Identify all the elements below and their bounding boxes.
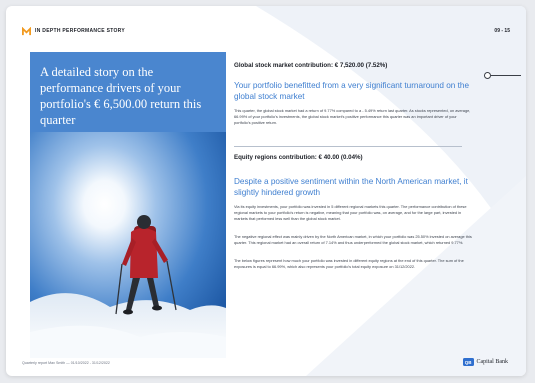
bank-name: Capital Bank [476,359,509,365]
mountaineer-photo [30,132,226,358]
report-page: IN DEPTH PERFORMANCE STORY 09 - 15 A det… [6,6,526,376]
equity-contribution-text-3: The below figures represent how much you… [234,258,464,269]
bank-badge-icon: QB [462,358,474,366]
section-divider [234,146,462,147]
global-contribution-text: This quarter, the global stock market ha… [234,108,471,125]
timeline-marker [484,72,491,79]
timeline-line [491,75,521,76]
hero-title: A detailed story on the performance driv… [40,65,202,127]
global-contribution-heading: Global stock market contribution: € 7,52… [234,62,388,69]
equity-contribution-text-2: The negative regional effect was mainly … [234,234,472,245]
story-label: IN DEPTH PERFORMANCE STORY [35,28,126,34]
global-contribution-title: Your portfolio benefitted from a very si… [234,81,470,101]
equity-contribution-heading: Equity regions contribution: € 40.00 (0.… [234,154,363,161]
orange-m-logo-icon [22,26,31,35]
equity-contribution-title: Despite a positive sentiment within the … [234,177,468,197]
equity-contribution-text-1: Via its equity investments, your portfol… [234,204,467,221]
hero-panel: A detailed story on the performance driv… [30,52,226,358]
footer-report-info: Quarterly report Max Smith — 01/10/2022 … [22,361,110,365]
content-column: Global stock market contribution: € 7,52… [234,6,480,376]
page-number: 09 - 15 [494,28,510,34]
bank-logo: QB Capital Bank [462,358,509,366]
